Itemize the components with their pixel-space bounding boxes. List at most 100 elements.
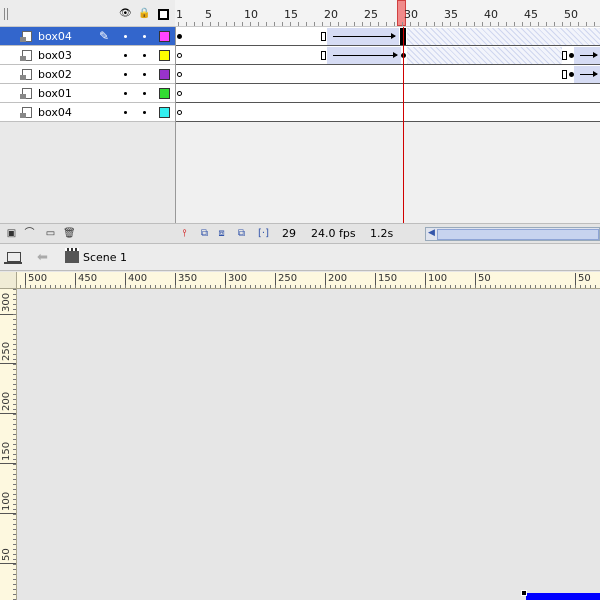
stage[interactable]: [18, 290, 600, 600]
layer-name[interactable]: box04: [38, 30, 72, 43]
motion-tween[interactable]: [327, 47, 401, 64]
delete-layer-icon[interactable]: 🗑: [63, 228, 76, 239]
blank-keyframe[interactable]: [177, 110, 182, 115]
keyframe[interactable]: [177, 34, 182, 39]
ruler-tick: [240, 285, 241, 288]
frame-row-box04-2[interactable]: [176, 103, 600, 122]
back-arrow-icon[interactable]: ⬅: [37, 250, 48, 265]
insert-layer-icon[interactable]: ▣: [6, 228, 17, 239]
ruler-tick: [13, 529, 16, 530]
ruler-tick: [270, 285, 271, 288]
stage-object-box[interactable]: [526, 593, 600, 600]
ruler-tick: [535, 285, 536, 288]
scroll-left-icon[interactable]: ◀: [426, 228, 437, 240]
keyframe-end[interactable]: [562, 70, 567, 79]
panel-grip-icon[interactable]: [4, 8, 10, 20]
frame-tick: [394, 22, 395, 26]
frame-row-box02[interactable]: [176, 65, 600, 84]
visibility-toggle[interactable]: [124, 73, 127, 76]
ruler-tick: [13, 339, 16, 340]
ruler-corner: [0, 272, 17, 289]
outline-color-swatch[interactable]: [159, 69, 170, 80]
lock-toggle[interactable]: [143, 73, 146, 76]
lock-toggle[interactable]: [143, 35, 146, 38]
ruler-tick: [520, 285, 521, 288]
ruler-tick: [220, 285, 221, 288]
outline-color-swatch[interactable]: [159, 107, 170, 118]
ruler-tick: [13, 444, 16, 445]
visibility-toggle[interactable]: [124, 54, 127, 57]
insert-folder-icon[interactable]: ▭: [45, 228, 56, 239]
selection-handle[interactable]: [521, 590, 527, 596]
ruler-tick: [250, 285, 251, 288]
add-motion-guide-icon[interactable]: ⌒: [24, 228, 35, 239]
selected-frames[interactable]: [407, 28, 600, 45]
ruler-tick: [13, 319, 16, 320]
blank-keyframe[interactable]: [177, 91, 182, 96]
visibility-toggle[interactable]: [124, 111, 127, 114]
outline-color-swatch[interactable]: [159, 50, 170, 61]
blank-keyframe[interactable]: [177, 72, 182, 77]
ruler-tick: [13, 329, 16, 330]
lock-toggle[interactable]: [143, 54, 146, 57]
onion-skin-icon[interactable]: ⧉: [199, 228, 210, 239]
visibility-toggle[interactable]: [124, 35, 127, 38]
frame-row-box03[interactable]: [176, 46, 600, 65]
ruler-tick: [13, 594, 16, 595]
scene-label[interactable]: Scene 1: [83, 251, 127, 264]
vertical-ruler[interactable]: 300 250 200 150 100 50: [0, 289, 17, 600]
ruler-tick: [325, 285, 326, 288]
lock-toggle[interactable]: [143, 92, 146, 95]
keyframe-end[interactable]: [562, 51, 567, 60]
lock-all-icon[interactable]: 🔒: [138, 8, 150, 19]
lock-toggle[interactable]: [143, 111, 146, 114]
ruler-tick: [105, 285, 106, 288]
frame-span[interactable]: [407, 47, 562, 64]
outline-color-swatch[interactable]: [159, 88, 170, 99]
layer-name[interactable]: box01: [38, 87, 72, 100]
motion-tween[interactable]: [327, 28, 399, 45]
frame-ruler[interactable]: 1 5 10 15 20 25 30 35 40 45 50: [175, 0, 600, 27]
timeline-toggle-icon[interactable]: [4, 250, 22, 264]
motion-tween[interactable]: [574, 47, 600, 64]
keyframe-end[interactable]: [321, 32, 326, 41]
visibility-toggle[interactable]: [124, 92, 127, 95]
layer-row-box03[interactable]: box03: [0, 46, 175, 65]
ruler-tick: [245, 285, 246, 288]
layer-type-icon: [20, 31, 32, 42]
outline-all-icon[interactable]: [158, 9, 169, 20]
frame-grid[interactable]: [175, 27, 600, 223]
timeline-horizontal-scrollbar[interactable]: ◀: [425, 227, 600, 241]
frame-row-box04[interactable]: [176, 27, 600, 46]
modify-onion-markers-icon[interactable]: [·]: [258, 228, 269, 239]
motion-tween[interactable]: [574, 66, 600, 83]
frame-row-box01[interactable]: [176, 84, 600, 103]
ruler-tick: [275, 285, 276, 288]
outline-color-swatch[interactable]: [159, 31, 170, 42]
layer-row-box04[interactable]: box04 ✎: [0, 27, 175, 46]
layer-name[interactable]: box02: [38, 68, 72, 81]
ruler-tick: [345, 285, 346, 288]
scrollbar-thumb[interactable]: [437, 229, 599, 240]
layer-name[interactable]: box04: [38, 106, 72, 119]
frame-tick: [314, 22, 315, 26]
edit-multiple-frames-icon[interactable]: ⧉: [236, 228, 247, 239]
layer-name[interactable]: box03: [38, 49, 72, 62]
ruler-tick: [13, 474, 16, 475]
layer-row-box04[interactable]: box04: [0, 103, 175, 122]
frame-tick: [554, 22, 555, 26]
frame-rate[interactable]: 24.0 fps: [311, 227, 356, 240]
frame-number: 10: [244, 8, 258, 21]
ruler-tick: [390, 285, 391, 288]
layer-header: 👁 🔒: [0, 0, 175, 27]
ruler-tick: [13, 434, 16, 435]
center-frame-icon[interactable]: ⫯: [179, 228, 190, 239]
horizontal-ruler[interactable]: 500 450 400 350 300 250 200 150 100 50 50: [17, 272, 600, 289]
layer-row-box01[interactable]: box01: [0, 84, 175, 103]
show-hide-all-icon[interactable]: 👁: [119, 8, 132, 19]
layer-row-box02[interactable]: box02: [0, 65, 175, 84]
frame-tick: [370, 22, 371, 26]
onion-skin-outlines-icon[interactable]: ⧈: [216, 228, 227, 239]
blank-keyframe[interactable]: [177, 53, 182, 58]
keyframe-end[interactable]: [321, 51, 326, 60]
